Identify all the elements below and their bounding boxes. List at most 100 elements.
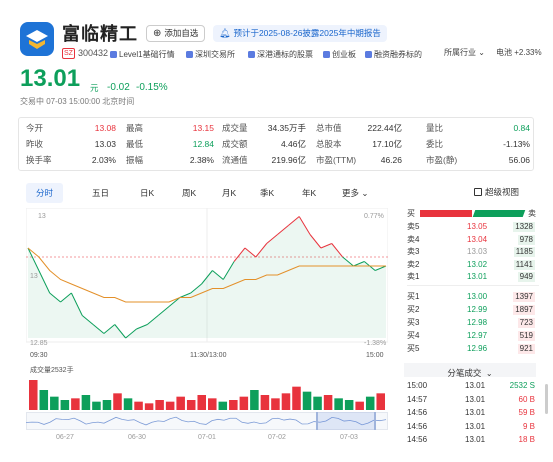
tag-margin[interactable]: 融资融券标的: [365, 49, 422, 60]
level-volume: 921: [519, 344, 533, 353]
industry-label[interactable]: 所属行业 ⌄: [444, 49, 485, 57]
trade-time: 14:56: [407, 408, 428, 417]
tab-period-1[interactable]: 五日: [82, 183, 119, 203]
level-price: 13.00: [467, 292, 488, 301]
intraday-chart[interactable]: [26, 208, 388, 348]
trade-row: 14:56 13.01 59 B: [407, 407, 539, 419]
level-volume-box: 1328: [513, 222, 535, 232]
bid-row: 买2 12.99 1897: [407, 305, 539, 316]
level-volume: 519: [519, 331, 533, 340]
tag-szse[interactable]: 深圳交易所: [186, 49, 235, 60]
report-notice[interactable]: 🔔︎ 预计于2025-08-26披露2025年中期报告: [213, 25, 387, 42]
volume-bar: [292, 386, 301, 410]
x-end-label: 15:00: [366, 352, 384, 359]
stat-value: 46.26: [380, 155, 402, 165]
volume-bar: [260, 395, 270, 410]
level-price: 12.98: [467, 318, 488, 327]
tab-more[interactable]: 更多 ⌄: [332, 183, 379, 203]
tab-period-6[interactable]: 年K: [292, 183, 326, 203]
level-price: 12.97: [467, 331, 488, 340]
level-volume-box: 1185: [513, 247, 535, 257]
stat-value: -1.13%: [503, 139, 530, 149]
sell-label: 卖: [528, 209, 536, 218]
trading-status: 交易中 07-03 15:00:00 北京时间: [20, 97, 135, 106]
tab-period-3[interactable]: 周K: [172, 183, 206, 203]
trade-price: 13.01: [465, 394, 486, 404]
super-view-button[interactable]: 超级视图: [474, 188, 519, 197]
tag-chinext[interactable]: 创业板: [323, 49, 356, 60]
level-volume-box: 1397: [513, 292, 535, 302]
trade-volume: 59 B: [518, 408, 535, 417]
tab-period-2[interactable]: 日K: [130, 183, 164, 203]
level-price: 13.01: [467, 272, 488, 281]
volume-bar: [81, 395, 91, 410]
level-volume-box: 949: [517, 272, 535, 282]
nav-date-5: 07-03: [340, 434, 358, 441]
connect-icon: [248, 51, 255, 58]
price-change: -0.02: [107, 82, 130, 93]
stat-label: 市盈(TTM): [316, 155, 357, 165]
nav-date-4: 07-02: [268, 434, 286, 441]
tab-label: 日K: [140, 188, 155, 198]
navigator-selection[interactable]: [316, 412, 376, 430]
stat-label: 振幅: [126, 155, 144, 165]
tab-period-5[interactable]: 季K: [250, 183, 284, 203]
stat-value: 17.10亿: [372, 139, 402, 149]
level-volume: 1328: [515, 222, 533, 231]
volume-bar: [39, 390, 49, 410]
x-mid-label: 11:30/13:00: [190, 352, 227, 359]
volume-bar: [229, 400, 238, 410]
stat-value: 222.44亿: [367, 123, 403, 133]
sell-strength-bar: [420, 210, 472, 217]
stat-label: 成交量: [222, 123, 248, 133]
ask-row: 卖3 13.03 1185: [407, 247, 539, 258]
tab-intraday[interactable]: 分时: [26, 183, 64, 203]
add-watchlist-button[interactable]: ⊕ 添加自选: [146, 25, 206, 42]
volume-bar: [155, 400, 164, 410]
chevron-down-icon: ⌄: [485, 369, 493, 378]
volume-bar: [271, 398, 280, 410]
trade-time: 15:00: [407, 381, 428, 390]
level-label: 卖1: [407, 272, 420, 281]
volume-bar: [165, 401, 175, 410]
trade-volume: 9 B: [522, 421, 535, 431]
margin-icon: [365, 51, 372, 58]
volume-bar: [186, 400, 196, 410]
level-label: 卖4: [407, 234, 420, 244]
industry-value[interactable]: 电池 +2.33%: [496, 49, 542, 57]
bid-row: 买5 12.96 921: [407, 344, 539, 355]
scrollbar[interactable]: [545, 384, 548, 414]
pct-bot-label: -1.38%: [364, 340, 387, 347]
stat-label: 成交额: [222, 139, 248, 149]
ask-row: 卖5 13.05 1328: [407, 222, 539, 233]
tab-period-4[interactable]: 月K: [212, 183, 246, 203]
tab-label: 月K: [222, 188, 237, 198]
trades-list: 15:00 13.01 2532 S 14:57 13.01 60 B 14:56 13.01…: [407, 380, 539, 460]
stat-value: 12.84: [192, 139, 214, 149]
board-icon: [323, 51, 330, 58]
trade-row: 14:57 13.01 60 B: [407, 394, 539, 406]
buy-strength-bar: [472, 210, 526, 217]
level-volume: 1141: [515, 259, 533, 269]
trades-header[interactable]: 分笔成交 ⌄: [404, 363, 536, 378]
y-top-label: 13: [38, 213, 46, 220]
tag-level1[interactable]: Level1基础行情: [110, 49, 175, 60]
stat-label: 总股本: [316, 139, 342, 149]
trade-row: 15:00 13.01 2532 S: [407, 380, 539, 392]
tab-label: 季K: [260, 188, 275, 198]
grid-view-icon: [474, 188, 482, 196]
stat-value: 219.96亿: [271, 155, 307, 165]
stat-label: 总市值: [316, 123, 342, 133]
level-label: 买3: [407, 318, 420, 327]
volume-bar: [239, 396, 249, 410]
tag-connect[interactable]: 深港通标的股票: [248, 49, 313, 60]
stat-value: 4.46亿: [280, 139, 306, 149]
chart-tabs: 分时 五日 日K 周K 月K 季K 年K 更多 ⌄: [26, 183, 376, 203]
stat-value: 56.06: [508, 155, 530, 165]
volume-bar: [92, 401, 101, 410]
level-volume: 1897: [515, 305, 533, 314]
y-mid-label: 13: [30, 273, 38, 280]
stat-label: 市盈(静): [426, 155, 458, 165]
volume-bar: [113, 393, 122, 410]
level-price: 13.03: [467, 247, 488, 256]
